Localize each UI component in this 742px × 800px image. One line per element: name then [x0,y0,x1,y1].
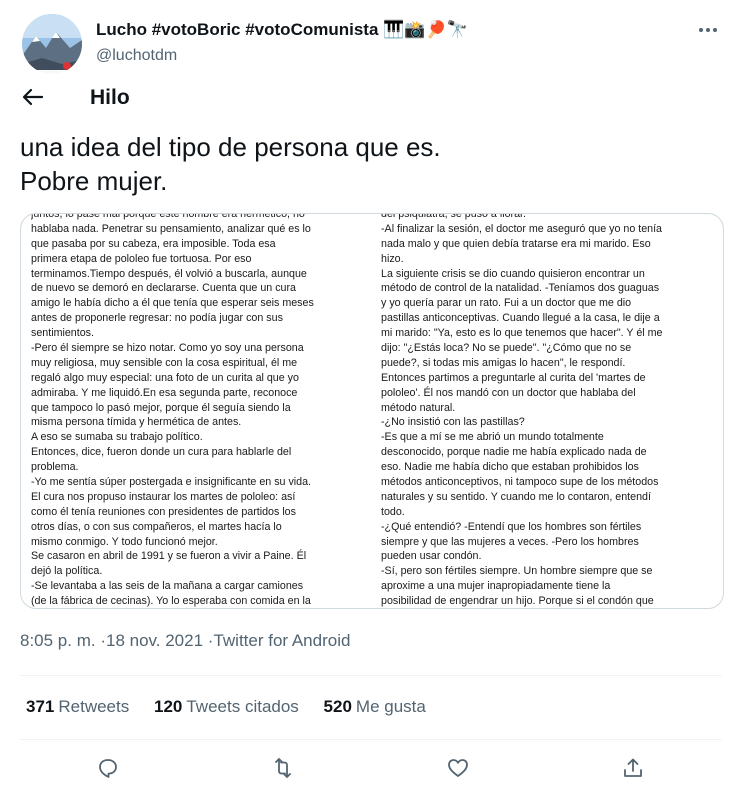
more-options-icon[interactable] [694,16,722,44]
article-text-line: todo. [381,505,405,518]
tweet-source[interactable]: Twitter for Android [203,631,350,650]
article-text-line: mismo conmigo. Y todo funcionó mejor. [31,535,218,548]
article-text-line: primera etapa de pololeo fue tortuosa. P… [31,252,252,265]
tweet-stats: 371 Retweets 120 Tweets citados 520 Me gust… [26,697,446,717]
article-text-line: del psiquiatra, se puso a llorar. [381,213,526,220]
quotes-stat[interactable]: 120 Tweets citados [154,697,299,717]
article-text-line: otros días, o con sus compañeros, el mar… [31,520,282,533]
article-text-line: Entonces partimos a preguntarle al curit… [381,371,646,384]
article-text-line: A eso se sumaba su trabajo político. [31,431,203,444]
like-icon[interactable] [446,756,476,786]
article-text-line: método natural. [381,401,456,414]
article-left-column: juntos, lo pasé mal porque este hombre e… [31,213,371,608]
author-handle[interactable]: @luchotdm [96,47,177,65]
tweet-text-line: una idea del tipo de persona que es. [20,132,441,162]
avatar[interactable] [22,14,82,74]
tweet-text: una idea del tipo de persona que es. Pob… [20,130,720,198]
article-text-line: -Yo me sentía súper postergada e insigni… [31,476,312,489]
retweets-stat[interactable]: 371 Retweets [26,697,129,717]
divider [20,675,722,676]
article-text-line: y yo quería parar un rato. Fui a un doct… [381,297,632,310]
article-text-line: aproxime a una mujer inapropiadamente ti… [381,580,611,593]
article-text-line: problema. [31,461,79,474]
article-text-line: terminamos.Tiempo después, él volvió a b… [31,267,307,280]
article-text-line: -Sí, pero son fértiles siempre. Un hombr… [381,565,653,578]
retweet-icon[interactable] [271,756,301,786]
article-text-line: métodos anticonceptivos, ni tampoco supe… [381,476,659,489]
article-text-line: antes de proponerle regresar: no podía j… [31,312,283,325]
article-text-line: -¿No insistió con las pastillas? [381,416,525,429]
article-text-line: nada malo y que quien debía tratarse era… [381,237,651,250]
article-text-line: como él tenía reuniones con presidentes … [31,505,296,518]
article-text-line: que pasaba por su cabeza, era imposible.… [31,237,276,250]
thread-top-bar: Hilo [0,70,742,124]
page-title: Hilo [90,86,130,109]
article-text-line: -Pero él siempre se hizo notar. Como yo … [31,342,304,355]
article-text-line: La siguiente crisis se dio cuando quisie… [381,267,645,280]
article-text-line: juntos, lo pasé mal porque este hombre e… [31,213,305,220]
likes-label: Me gusta [355,697,426,716]
article-text-line: pueden usar condón. [381,550,482,563]
tweet-action-bar [0,752,742,792]
article-text-line: amigo le había dicho a él que tenía que … [31,297,314,310]
quotes-count: 120 [153,697,183,716]
display-name-text: Lucho #votoBoric #votoComunista [96,20,379,39]
article-right-column: del psiquiatra, se puso a llorar. -Al fin… [381,213,721,608]
back-arrow-icon[interactable] [18,82,48,112]
article-text-line: sentimientos. [31,327,94,340]
article-text-line: que tampoco lo pasó mejor, porque él seg… [31,401,291,414]
likes-count: 520 [323,697,352,716]
tweet-author-header: Lucho #votoBoric #votoComunista 🎹📸🏓🔭 @lu… [0,0,742,74]
article-text-line: -Al finalizar la sesión, el doctor me as… [381,222,663,235]
article-text-line: método de control de la natalidad. -Tení… [381,282,660,295]
article-text-line: -¿Qué entendió? -Entendí que los hombres… [381,520,642,533]
article-text-line: de nuevo se demoró en declararse. Cuenta… [31,282,296,295]
article-text-line: misma persona tímida y hermética de ante… [31,416,242,429]
article-text-line: muy religiosa, muy sensible con la cosa … [31,356,298,369]
divider [20,739,722,740]
avatar-image [22,14,82,74]
article-text-line: El cura nos propuso instaurar los martes… [31,490,296,503]
article-text-line: siempre y que las mujeres a veces. -Pero… [381,535,639,548]
article-text-line: (de la fábrica de cecinas). Yo lo espera… [31,595,311,608]
article-text-line: -Es que a mí se me abrió un mundo totalm… [381,431,604,444]
likes-stat[interactable]: 520 Me gusta [324,697,426,717]
emoji-tags: 🎹📸🏓🔭 [383,20,468,39]
article-text-line: mi marido: "Ya, esto es lo que tenemos q… [381,327,663,340]
retweets-count: 371 [26,697,55,716]
article-text-line: Se casaron en abril de 1991 y se fueron … [31,550,307,563]
author-display-name[interactable]: Lucho #votoBoric #votoComunista 🎹📸🏓🔭 [96,20,468,40]
article-text-line: dejó la política. [31,565,103,578]
article-text-line: desconocido, porque nadie me había expli… [381,446,647,459]
share-icon[interactable] [621,756,651,786]
article-text-line: admiraba. Y me liquidó.En esa segunda pa… [31,386,298,399]
article-text-line: pastillas anticonceptivas. Cuando llegué… [381,312,660,325]
article-text-line: pololeo'. Él nos mandó con un doctor que… [381,386,636,399]
article-text-line: dijo: "¿Estás loca? No se puede". "¿Cómo… [381,342,632,355]
quotes-label: Tweets citados [186,697,299,716]
article-text-line: puede?, si todas mis amigas lo hacen", l… [381,356,626,369]
article-text-line: regaló algo muy especial: una foto de un… [31,371,299,384]
tweet-date[interactable]: 18 nov. 2021 [96,631,203,650]
article-text-line: posibilidad de engendrar un hijo. Porque… [381,595,654,608]
article-text-line: hizo. [381,252,404,265]
tweet-media-image[interactable]: juntos, lo pasé mal porque este hombre e… [20,213,724,609]
article-text-line: naturales y su sentido. Y cuando me lo c… [381,490,651,503]
reply-icon[interactable] [96,756,126,786]
tweet-text-line: Pobre mujer. [20,166,168,196]
article-text-line: eso. Nadie me había dicho que estaban pr… [381,461,639,474]
tweet-time[interactable]: 8:05 p. m. [20,631,96,650]
article-text-line: hablaba nada. Penetrar su pensamiento, a… [31,222,311,235]
retweets-label: Retweets [58,697,130,716]
tweet-metadata: 8:05 p. m.18 nov. 2021Twitter for Androi… [20,631,350,651]
article-text-line: -Se levantaba a las seis de la mañana a … [31,580,304,593]
article-text-line: Entonces, dice, fueron donde un cura par… [31,446,292,459]
